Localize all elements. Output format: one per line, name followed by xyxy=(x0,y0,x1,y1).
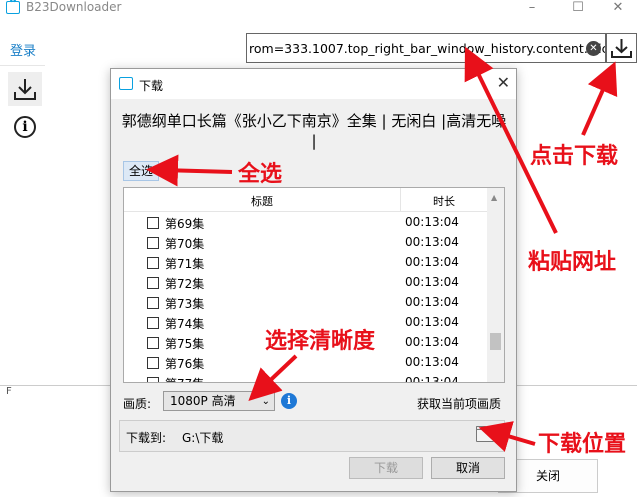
episode-checkbox[interactable] xyxy=(147,317,159,329)
clear-icon[interactable]: ✕ xyxy=(586,41,601,56)
list-scrollbar[interactable]: ▲ xyxy=(487,188,504,382)
episode-duration: 00:13:04 xyxy=(405,335,459,349)
dialog-tv-icon xyxy=(119,77,133,90)
login-link[interactable]: 登录 xyxy=(10,40,36,59)
dialog-title: 下载 xyxy=(139,79,164,93)
episode-duration: 00:13:04 xyxy=(405,295,459,309)
annotation-download-location: 下载位置 xyxy=(538,432,627,457)
list-item[interactable]: 第76集 00:13:04 xyxy=(124,352,487,372)
chevron-down-icon: ⌄ xyxy=(261,396,270,407)
episode-label: 第76集 xyxy=(165,357,205,371)
episode-checkbox[interactable] xyxy=(147,357,159,369)
dialog-close-icon[interactable]: ✕ xyxy=(497,73,510,92)
list-item[interactable]: 第72集 00:13:04 xyxy=(124,272,487,292)
episode-checkbox[interactable] xyxy=(147,237,159,249)
folder-icon[interactable] xyxy=(476,426,494,442)
scrollbar-thumb[interactable] xyxy=(490,333,501,350)
maximize-button[interactable]: ☐ xyxy=(558,0,598,20)
episode-duration: 00:13:04 xyxy=(405,355,459,369)
column-title[interactable]: 标题 xyxy=(124,193,400,209)
episode-label: 第75集 xyxy=(165,337,205,351)
dialog-title-bar: 下载 ✕ xyxy=(111,69,516,99)
episode-label: 第77集 xyxy=(165,375,204,382)
annotation-paste-url: 粘贴网址 xyxy=(528,250,617,275)
url-input-value: rom=333.1007.top_right_bar_window_histor… xyxy=(249,41,606,56)
episode-label: 第69集 xyxy=(165,217,205,231)
quality-info-icon[interactable]: i xyxy=(281,393,297,409)
episode-checkbox[interactable] xyxy=(147,217,159,229)
episode-label: 第72集 xyxy=(165,277,205,291)
episode-duration: 00:13:04 xyxy=(405,375,459,383)
window-close-button[interactable]: ✕ xyxy=(598,0,637,20)
about-info-icon[interactable]: i xyxy=(14,116,36,138)
download-button[interactable]: 下载 xyxy=(349,457,423,479)
download-icon xyxy=(611,39,632,58)
download-icon xyxy=(14,79,36,100)
destination-path: G:\下载 xyxy=(182,431,224,445)
episode-checkbox[interactable] xyxy=(147,337,159,349)
episode-duration: 00:13:04 xyxy=(405,235,459,249)
quality-label: 画质: xyxy=(123,397,152,411)
app-title: B23Downloader xyxy=(26,0,122,14)
episode-checkbox[interactable] xyxy=(147,257,159,269)
episode-checkbox[interactable] xyxy=(147,297,159,309)
list-header: 标题 时长 xyxy=(124,188,504,212)
url-input[interactable]: rom=333.1007.top_right_bar_window_histor… xyxy=(246,33,606,63)
episode-checkbox[interactable] xyxy=(147,277,159,289)
episode-duration: 00:13:04 xyxy=(405,315,459,329)
annotation-click-download: 点击下载 xyxy=(530,144,619,169)
annotation-select-all: 全选 xyxy=(238,162,283,187)
episode-label: 第74集 xyxy=(165,317,205,331)
episode-label: 第73集 xyxy=(165,297,205,311)
episode-label: 第71集 xyxy=(165,257,205,271)
cancel-button[interactable]: 取消 xyxy=(431,457,505,479)
download-dialog: 下载 ✕ 郭德纲单口长篇《张小乙下南京》全集 | 无闲白 |高清无噪 | 全选 … xyxy=(110,68,517,492)
list-item[interactable]: 第69集 00:13:04 xyxy=(124,212,487,232)
video-title: 郭德纲单口长篇《张小乙下南京》全集 | 无闲白 |高清无噪 | xyxy=(121,112,507,150)
destination-row: 下载到: G:\下载 xyxy=(119,420,505,452)
minimize-button[interactable]: – xyxy=(512,0,552,20)
episode-duration: 00:13:04 xyxy=(405,275,459,289)
list-item[interactable]: 第77集 00:13:04 xyxy=(124,372,487,383)
quality-dropdown[interactable]: 1080P 高清 ⌄ xyxy=(163,391,275,411)
start-download-button[interactable] xyxy=(606,33,637,63)
select-all-button[interactable]: 全选 xyxy=(123,161,159,181)
scroll-up-icon[interactable]: ▲ xyxy=(491,193,497,202)
title-bar: B23Downloader – ☐ ✕ xyxy=(0,0,637,30)
sidebar-download-button[interactable] xyxy=(8,72,42,106)
column-duration[interactable]: 时长 xyxy=(401,193,487,209)
list-item[interactable]: 第70集 00:13:04 xyxy=(124,232,487,252)
list-item[interactable]: 第71集 00:13:04 xyxy=(124,252,487,272)
episode-label: 第70集 xyxy=(165,237,205,251)
episode-duration: 00:13:04 xyxy=(405,255,459,269)
annotation-choose-quality: 选择清晰度 xyxy=(265,329,376,354)
bottom-label: F xyxy=(6,386,12,397)
get-quality-link[interactable]: 获取当前项画质 xyxy=(417,395,501,412)
app-tv-icon xyxy=(6,1,20,14)
destination-label: 下载到: xyxy=(126,431,167,445)
list-item[interactable]: 第73集 00:13:04 xyxy=(124,292,487,312)
episode-duration: 00:13:04 xyxy=(405,215,459,229)
sidebar-divider xyxy=(0,65,45,66)
episode-checkbox[interactable] xyxy=(147,377,159,382)
quality-value: 1080P 高清 xyxy=(170,394,236,408)
